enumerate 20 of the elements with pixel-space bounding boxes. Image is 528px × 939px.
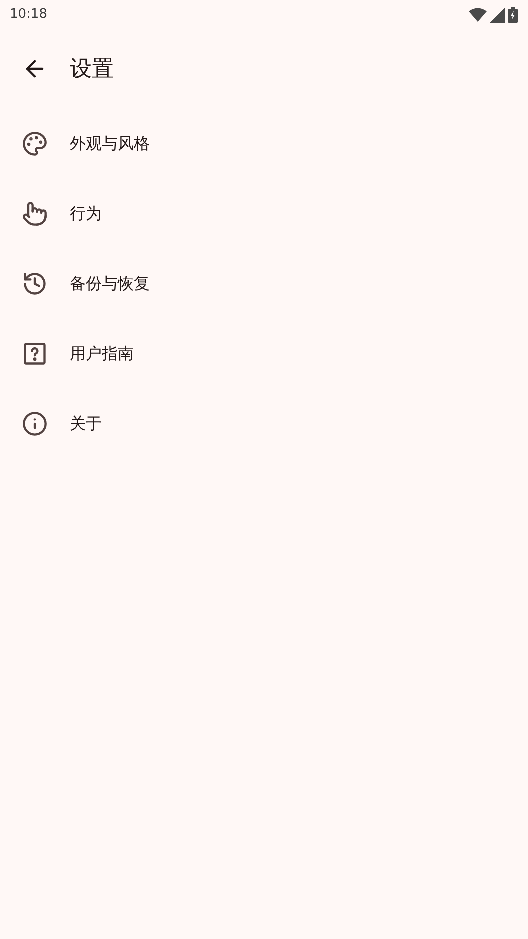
signal-icon	[490, 8, 505, 22]
status-time: 10:18	[10, 6, 48, 24]
settings-item-label: 行为	[70, 203, 102, 225]
settings-item-label: 关于	[70, 413, 102, 435]
settings-item-label: 用户指南	[70, 343, 134, 365]
pointing-hand-icon	[22, 201, 48, 227]
settings-item[interactable]: 外观与风格	[0, 109, 528, 179]
settings-item[interactable]: 用户指南	[0, 319, 528, 389]
help-icon	[22, 341, 48, 367]
page-title: 设置	[70, 56, 114, 84]
wifi-icon	[469, 8, 487, 22]
settings-item-label: 外观与风格	[70, 133, 150, 155]
history-icon	[22, 271, 48, 297]
battery-icon	[508, 7, 518, 23]
settings-item-label: 备份与恢复	[70, 273, 150, 295]
info-icon	[22, 411, 48, 437]
settings-item[interactable]: 关于	[0, 389, 528, 459]
settings-item[interactable]: 备份与恢复	[0, 249, 528, 319]
palette-icon	[22, 131, 48, 157]
settings-item[interactable]: 行为	[0, 179, 528, 249]
